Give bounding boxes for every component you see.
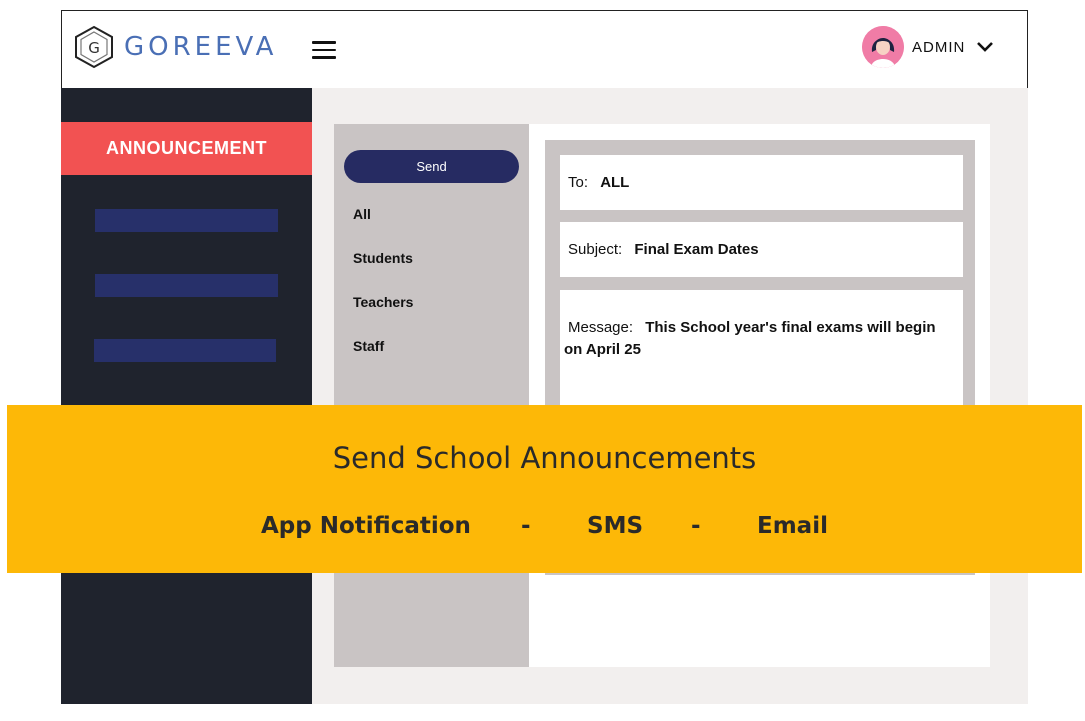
hamburger-menu-icon[interactable] [312,41,336,59]
channel-app-notification: App Notification [261,513,471,539]
message-label: Message: [568,319,634,336]
channel-separator: - [691,513,701,539]
subject-label: Subject: [568,241,623,258]
channel-email: Email [757,513,828,539]
audience-option-staff[interactable]: Staff [353,338,384,354]
channel-separator: - [521,513,531,539]
subject-field[interactable]: Subject: Final Exam Dates [560,222,963,277]
chevron-down-icon[interactable] [976,38,994,56]
promo-banner: Send School Announcements App Notificati… [7,405,1082,573]
send-button[interactable]: Send [344,150,519,183]
person-icon [862,26,904,68]
sidebar-item-placeholder[interactable] [94,339,276,362]
logo-letter: G [88,39,100,57]
message-field[interactable]: Message: This School year's final exams … [560,290,963,405]
sidebar-item-placeholder[interactable] [95,209,278,232]
sidebar-item-announcement[interactable]: ANNOUNCEMENT [61,122,312,175]
audience-option-teachers[interactable]: Teachers [353,294,413,310]
banner-title: Send School Announcements [332,441,757,475]
brand-name: GOREEVA [124,32,278,62]
top-header: G GOREEVA ADMIN [61,10,1028,89]
sidebar: ANNOUNCEMENT [61,88,312,704]
user-avatar[interactable] [862,26,904,68]
hexagon-logo-icon: G [75,25,113,69]
user-name-label[interactable]: ADMIN [912,39,965,56]
to-label: To: [568,174,589,191]
to-field[interactable]: To: ALL [560,155,963,210]
sidebar-item-placeholder[interactable] [95,274,278,297]
subject-value: Final Exam Dates [634,241,759,258]
audience-option-students[interactable]: Students [353,250,413,266]
channel-sms: SMS [587,513,644,539]
audience-option-all[interactable]: All [353,206,371,222]
to-value: ALL [600,174,630,191]
